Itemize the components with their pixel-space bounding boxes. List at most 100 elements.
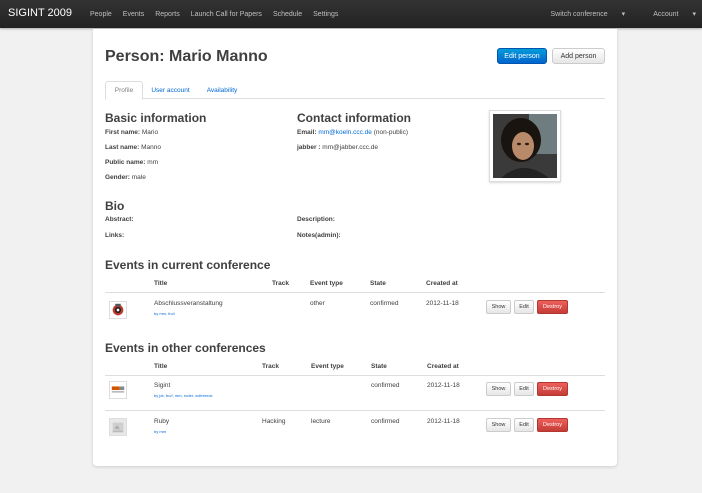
email-note: (non-public) xyxy=(373,129,409,136)
email-field: Email: mm@koeln.ccc.de (non-public) xyxy=(297,129,408,136)
top-navbar: SIGINT 2009 People Events Reports Launch… xyxy=(0,0,702,28)
gender-value: male xyxy=(131,174,146,181)
event-speakers[interactable]: by mm xyxy=(154,429,166,434)
destroy-button[interactable]: Destroy xyxy=(537,382,568,396)
placeholder-image-icon xyxy=(110,419,126,435)
event-state: confirmed xyxy=(370,300,399,307)
column-header: State xyxy=(371,363,387,370)
destroy-button[interactable]: Destroy xyxy=(537,418,568,432)
abstract-field: Abstract: xyxy=(105,216,134,223)
event-type: other xyxy=(310,300,325,307)
nav-settings[interactable]: Settings xyxy=(313,11,338,18)
event-title-link[interactable]: Abschlussveranstaltung xyxy=(154,300,223,307)
nav-people[interactable]: People xyxy=(90,11,112,18)
event-title-link[interactable]: Sigint xyxy=(154,382,170,389)
caret-down-icon: ▾ xyxy=(692,11,696,18)
show-button[interactable]: Show xyxy=(486,300,511,314)
nav-right: Switch conference ▾ Account ▾ xyxy=(522,0,696,28)
event-type: lecture xyxy=(311,418,331,425)
abstract-label: Abstract: xyxy=(105,216,134,223)
notes-field: Notes(admin): xyxy=(297,232,341,239)
tab-profile[interactable]: Profile xyxy=(105,81,143,100)
event-logo-icon xyxy=(110,382,126,398)
column-header: Created at xyxy=(427,363,459,370)
event-speakers[interactable]: by mm, fro// xyxy=(154,311,175,316)
brand-logo[interactable]: SIGINT 2009 xyxy=(8,7,72,19)
links-field: Links: xyxy=(105,232,124,239)
event-speakers[interactable]: by jdr, fro//, mm, roder, ocltrbreck xyxy=(154,393,212,398)
event-thumbnail[interactable] xyxy=(109,381,127,399)
switch-conference-dropdown[interactable]: Switch conference ▾ xyxy=(536,10,625,18)
event-created: 2012-11-18 xyxy=(427,382,460,389)
column-header: Created at xyxy=(426,280,458,287)
notes-label: Notes(admin): xyxy=(297,232,341,239)
event-track: Hacking xyxy=(262,418,286,425)
event-state: confirmed xyxy=(371,382,400,389)
public-name-label: Public name: xyxy=(105,159,146,166)
profile-tabs: Profile User account Availability xyxy=(105,81,605,100)
event-created: 2012-11-18 xyxy=(426,300,459,307)
jabber-value: mm@jabber.ccc.de xyxy=(322,144,379,151)
links-label: Links: xyxy=(105,232,125,239)
jabber-label: jabber : xyxy=(297,144,321,151)
edit-person-button[interactable]: Edit person xyxy=(497,48,547,64)
content-panel: Person: Mario Manno Edit person Add pers… xyxy=(93,29,617,466)
divider xyxy=(105,375,605,376)
public-name-field: Public name: mm xyxy=(105,159,158,166)
event-state: confirmed xyxy=(371,418,400,425)
tab-user-account[interactable]: User account xyxy=(149,81,192,99)
edit-button[interactable]: Edit xyxy=(514,300,534,314)
first-name-field: First name: Mario xyxy=(105,129,158,136)
event-thumbnail[interactable] xyxy=(109,418,127,436)
first-name-value: Mario xyxy=(141,129,159,136)
main-nav: People Events Reports Launch Call for Pa… xyxy=(90,0,349,28)
destroy-button[interactable]: Destroy xyxy=(537,300,568,314)
column-header: Title xyxy=(154,280,168,287)
description-label: Description: xyxy=(297,216,335,223)
nav-events[interactable]: Events xyxy=(123,11,144,18)
first-name-label: First name: xyxy=(105,129,141,136)
event-title-link[interactable]: Ruby xyxy=(154,418,169,425)
divider xyxy=(105,292,605,293)
event-created: 2012-11-18 xyxy=(427,418,460,425)
account-dropdown[interactable]: Account ▾ xyxy=(639,10,696,18)
page-title: Person: Mario Manno xyxy=(105,48,268,65)
gender-field: Gender: male xyxy=(105,174,146,181)
show-button[interactable]: Show xyxy=(486,418,511,432)
add-person-button[interactable]: Add person xyxy=(552,48,605,64)
gender-label: Gender: xyxy=(105,174,130,181)
nav-launch-cfp[interactable]: Launch Call for Papers xyxy=(191,11,262,18)
jabber-field: jabber : mm@jabber.ccc.de xyxy=(297,144,378,151)
email-link[interactable]: mm@koeln.ccc.de xyxy=(318,129,372,136)
show-button[interactable]: Show xyxy=(486,382,511,396)
avatar xyxy=(489,110,561,182)
divider xyxy=(105,410,605,411)
current-events-heading: Events in current conference xyxy=(105,258,271,272)
column-header: Track xyxy=(262,363,279,370)
description-field: Description: xyxy=(297,216,335,223)
caret-down-icon: ▾ xyxy=(621,11,626,18)
column-header: Title xyxy=(154,363,168,370)
event-thumbnail[interactable] xyxy=(109,301,127,319)
bio-heading: Bio xyxy=(105,199,125,213)
column-header: Event type xyxy=(311,363,344,370)
person-photo xyxy=(493,114,557,178)
column-header: State xyxy=(370,280,386,287)
edit-button[interactable]: Edit xyxy=(514,382,534,396)
other-events-heading: Events in other conferences xyxy=(105,341,266,355)
last-name-label: Last name: xyxy=(105,144,140,151)
event-logo-icon xyxy=(112,303,124,316)
last-name-value: Manno xyxy=(141,144,162,151)
switch-conference-label: Switch conference xyxy=(550,11,608,18)
column-header: Event type xyxy=(310,280,343,287)
basic-information-heading: Basic information xyxy=(105,111,207,125)
nav-schedule[interactable]: Schedule xyxy=(273,11,302,18)
column-header: Track xyxy=(272,280,289,287)
public-name-value: mm xyxy=(147,159,159,166)
edit-button[interactable]: Edit xyxy=(514,418,534,432)
nav-reports[interactable]: Reports xyxy=(155,11,180,18)
account-label: Account xyxy=(653,11,679,18)
email-label: Email: xyxy=(297,129,317,136)
last-name-field: Last name: Manno xyxy=(105,144,161,151)
tab-availability[interactable]: Availability xyxy=(200,81,244,99)
